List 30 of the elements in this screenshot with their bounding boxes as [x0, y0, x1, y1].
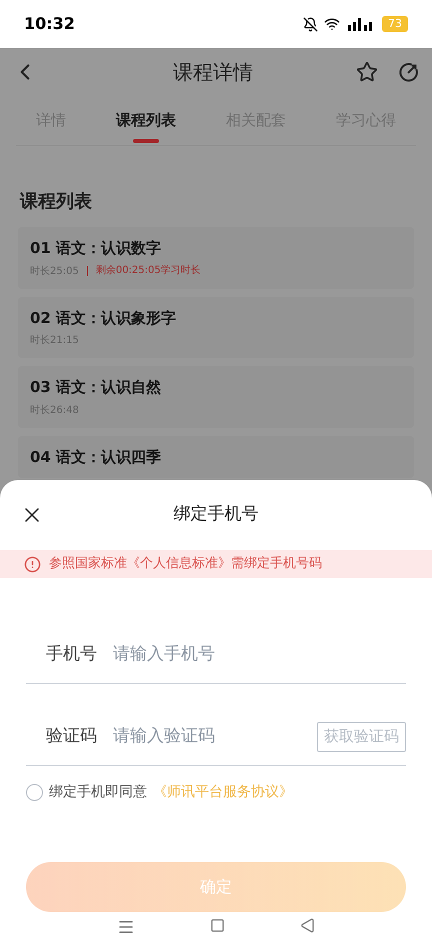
sheet-title: 绑定手机号 — [174, 503, 258, 526]
menu-icon[interactable] — [117, 918, 136, 936]
tab[interactable]: 课程列表 — [116, 109, 176, 132]
battery-level: 73 — [382, 16, 408, 32]
agree-radio[interactable] — [26, 784, 43, 801]
lesson-title: 02 语文：认识象形字 — [30, 308, 178, 328]
remaining-time: 剩余00:25:05学习时长 — [86, 266, 201, 276]
page-title: 课程详情 — [172, 59, 254, 86]
bell-off-icon — [303, 16, 318, 32]
field-label: 手机号 — [46, 642, 97, 666]
share-icon[interactable] — [398, 61, 420, 83]
lesson-title: 04 语文：认识四季 — [30, 446, 162, 468]
agreement-text: 绑定手机即同意 — [49, 783, 147, 802]
notice-text: 参照国家标准《个人信息标准》需绑定手机号码 — [49, 555, 322, 574]
alert-icon — [24, 556, 41, 572]
get-code-button[interactable]: 获取验证码 — [317, 722, 406, 752]
field-label: 验证码 — [46, 724, 97, 748]
lesson-title: 03 语文：认识自然 — [30, 377, 162, 398]
input-field[interactable]: 请输入手机号 — [113, 642, 406, 668]
lesson-title: 01 语文：认识数字 — [30, 238, 162, 259]
wifi-icon — [324, 16, 340, 32]
agreement-link[interactable]: 《师讯平台服务协议》 — [153, 782, 293, 803]
lesson-card[interactable]: 04 语文：认识四季 — [18, 436, 414, 478]
home-icon[interactable] — [210, 918, 225, 933]
tab-indicator — [133, 138, 159, 143]
star-icon[interactable] — [356, 61, 378, 83]
status-time: 10:32 — [24, 13, 75, 35]
back-nav-icon[interactable] — [300, 918, 315, 933]
section-heading: 课程列表 — [18, 190, 93, 214]
input-field[interactable]: 请输入验证码 — [113, 724, 301, 750]
